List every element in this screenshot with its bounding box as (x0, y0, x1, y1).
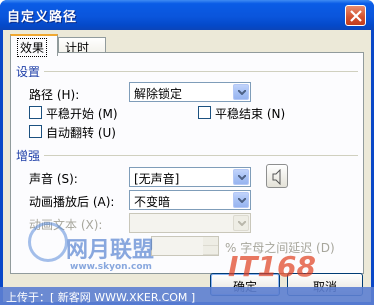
speaker-icon (272, 169, 281, 185)
smooth-start-checkbox[interactable] (29, 106, 42, 119)
smooth-end-label: 平稳结束 (N) (215, 107, 286, 121)
sound-select[interactable]: [无声音] (129, 167, 251, 187)
tab-effect[interactable]: 效果 (10, 34, 58, 57)
chevron-down-icon[interactable] (233, 192, 249, 208)
auto-reverse-label: 自动翻转 (U) (46, 126, 116, 140)
settings-divider (44, 71, 358, 72)
watermark-site-url: www.skyon.com (70, 262, 152, 272)
it168-logo: IT168 (228, 250, 316, 283)
auto-reverse-checkbox[interactable] (29, 125, 42, 138)
watermark-site-text: 网月联盟 (66, 238, 155, 263)
chevron-down-icon[interactable] (233, 215, 249, 231)
window-title: 自定义路径 (7, 10, 78, 25)
smooth-start-label: 平稳开始 (M) (46, 107, 118, 121)
watermark-logo-circle (28, 222, 68, 262)
close-icon (350, 10, 362, 22)
after-animation-value: 不变暗 (134, 195, 171, 209)
spinner-buttons[interactable] (203, 237, 218, 255)
path-label: 路径 (H): (29, 88, 80, 102)
title-bar[interactable]: 自定义路径 (0, 0, 374, 30)
close-button[interactable] (345, 5, 366, 26)
animate-text-select[interactable] (129, 213, 251, 233)
settings-section-label: 设置 (16, 65, 41, 79)
after-animation-label: 动画播放后 (A): (29, 195, 115, 209)
enhance-divider (44, 155, 358, 156)
sound-volume-button[interactable] (266, 164, 288, 188)
letter-delay-spinner[interactable] (151, 236, 219, 256)
after-animation-select[interactable]: 不变暗 (129, 190, 251, 210)
chevron-down-icon[interactable] (233, 84, 249, 100)
smooth-end-checkbox[interactable] (198, 106, 211, 119)
sound-label: 声音 (S): (29, 172, 78, 186)
enhance-section-label: 增强 (16, 149, 41, 163)
path-select-value: 解除锁定 (134, 87, 183, 101)
sound-select-value: [无声音] (134, 172, 180, 186)
path-select[interactable]: 解除锁定 (129, 82, 251, 102)
chevron-down-icon[interactable] (233, 169, 249, 185)
upload-credit: 上传于：[ 新客网 WWW.XKER.COM ] (6, 291, 196, 304)
tab-effect-label: 效果 (17, 38, 48, 57)
